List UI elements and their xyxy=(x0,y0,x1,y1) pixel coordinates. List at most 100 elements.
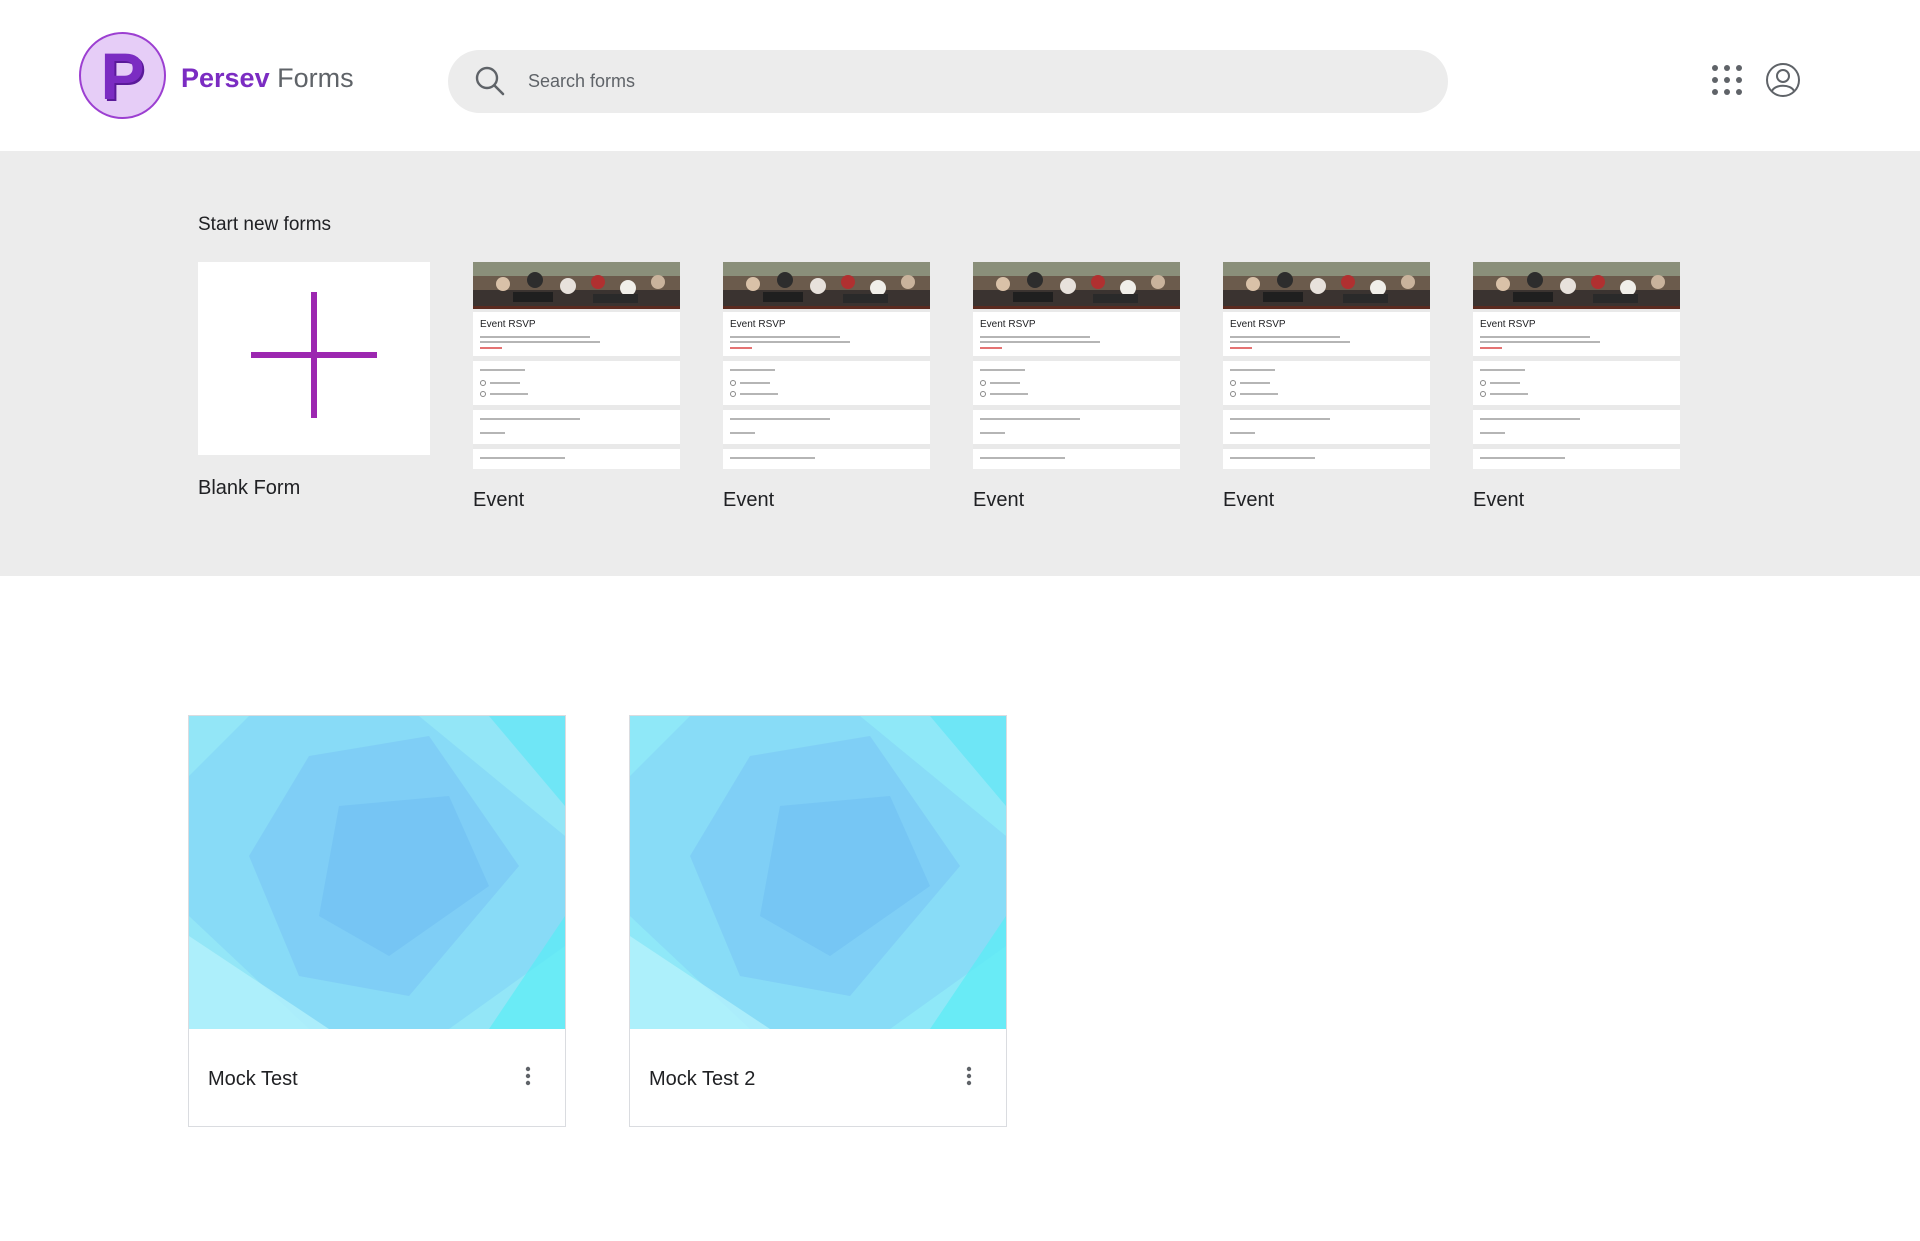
template-header-photo xyxy=(973,262,1180,306)
template-required-note xyxy=(1230,347,1252,349)
template-title-section: Event RSVP xyxy=(973,312,1180,356)
recent-form-card[interactable]: Mock Test 2 xyxy=(629,715,1007,1127)
template-question-section xyxy=(1473,410,1680,444)
radio-icon xyxy=(1230,380,1236,386)
apps-grid-icon[interactable] xyxy=(1711,64,1743,96)
template-option-line xyxy=(1240,382,1270,384)
template-card-event[interactable]: Event RSVP xyxy=(723,262,930,469)
search-icon[interactable] xyxy=(474,65,506,97)
template-label: Event xyxy=(723,489,775,511)
brand-name: Persev xyxy=(181,63,270,93)
blank-form-label: Blank Form xyxy=(198,477,301,499)
template-required-note xyxy=(980,347,1002,349)
template-preview-title: Event RSVP xyxy=(1480,319,1536,330)
template-question-section xyxy=(1473,361,1680,405)
radio-icon xyxy=(1480,380,1486,386)
template-question-section xyxy=(1223,449,1430,469)
search-bar xyxy=(448,50,1448,113)
plus-icon xyxy=(251,292,377,418)
more-vert-icon[interactable] xyxy=(516,1064,540,1088)
template-question-section xyxy=(1223,410,1430,444)
template-text-line xyxy=(980,341,1100,343)
template-answer-line xyxy=(730,432,755,434)
template-question-line xyxy=(730,418,830,420)
template-card-event[interactable]: Event RSVP xyxy=(973,262,1180,469)
account-circle-icon[interactable] xyxy=(1765,62,1801,98)
template-title-section: Event RSVP xyxy=(473,312,680,356)
template-question-line xyxy=(980,418,1080,420)
template-header-rule xyxy=(473,306,680,309)
app-header: P Persev Forms xyxy=(0,0,1920,151)
template-text-line xyxy=(980,336,1090,338)
template-title-section: Event RSVP xyxy=(1473,312,1680,356)
radio-icon xyxy=(730,391,736,397)
template-question-section xyxy=(973,449,1180,469)
form-thumbnail xyxy=(630,716,1006,1029)
templates-section: Start new forms Blank Form Event RSVP Eve… xyxy=(0,151,1920,576)
template-question-section xyxy=(473,449,680,469)
logo-letter: P xyxy=(100,38,145,113)
template-option-line xyxy=(740,393,778,395)
template-title-section: Event RSVP xyxy=(723,312,930,356)
template-question-section xyxy=(1473,449,1680,469)
template-answer-line xyxy=(1230,432,1255,434)
radio-icon xyxy=(980,391,986,397)
template-option-line xyxy=(1490,393,1528,395)
template-option-line xyxy=(490,382,520,384)
template-header-photo xyxy=(1473,262,1680,306)
template-text-line xyxy=(730,341,850,343)
blank-form-card[interactable] xyxy=(198,262,430,455)
template-question-section xyxy=(1223,361,1430,405)
radio-icon xyxy=(730,380,736,386)
template-question-line xyxy=(480,369,525,371)
template-preview-title: Event RSVP xyxy=(980,319,1036,330)
template-option-line xyxy=(990,393,1028,395)
template-required-note xyxy=(1480,347,1502,349)
template-question-section xyxy=(473,361,680,405)
template-header-photo xyxy=(723,262,930,306)
template-question-line xyxy=(1230,418,1330,420)
template-preview-title: Event RSVP xyxy=(1230,319,1286,330)
template-option-line xyxy=(1490,382,1520,384)
template-question-section xyxy=(973,361,1180,405)
template-card-event[interactable]: Event RSVP xyxy=(1473,262,1680,469)
radio-icon xyxy=(1480,391,1486,397)
search-input[interactable] xyxy=(528,50,1408,113)
template-required-note xyxy=(730,347,752,349)
template-card-event[interactable]: Event RSVP xyxy=(473,262,680,469)
template-header-photo xyxy=(1223,262,1430,306)
template-preview-title: Event RSVP xyxy=(480,319,536,330)
template-question-line xyxy=(980,369,1025,371)
template-question-line xyxy=(980,457,1065,459)
template-question-section xyxy=(723,449,930,469)
template-option-line xyxy=(490,393,528,395)
template-text-line xyxy=(1480,336,1590,338)
brand-product: Forms xyxy=(277,63,354,93)
template-question-line xyxy=(1230,369,1275,371)
template-card-event[interactable]: Event RSVP xyxy=(1223,262,1430,469)
recent-form-card[interactable]: Mock Test xyxy=(188,715,566,1127)
template-label: Event xyxy=(1473,489,1525,511)
template-label: Event xyxy=(1223,489,1275,511)
template-label: Event xyxy=(473,489,525,511)
template-text-line xyxy=(480,341,600,343)
brand-logo[interactable]: P xyxy=(79,32,166,119)
template-text-line xyxy=(1480,341,1600,343)
template-text-line xyxy=(480,336,590,338)
template-text-line xyxy=(1230,336,1340,338)
form-thumbnail xyxy=(189,716,565,1029)
template-question-line xyxy=(1480,369,1525,371)
template-answer-line xyxy=(480,432,505,434)
radio-icon xyxy=(480,380,486,386)
template-header-rule xyxy=(973,306,1180,309)
template-text-line xyxy=(1230,341,1350,343)
template-question-line xyxy=(480,457,565,459)
template-question-line xyxy=(1480,418,1580,420)
template-question-section xyxy=(723,410,930,444)
template-header-rule xyxy=(1223,306,1430,309)
brand-title[interactable]: Persev Forms xyxy=(181,61,354,95)
template-option-line xyxy=(740,382,770,384)
template-answer-line xyxy=(1480,432,1505,434)
radio-icon xyxy=(980,380,986,386)
more-vert-icon[interactable] xyxy=(957,1064,981,1088)
